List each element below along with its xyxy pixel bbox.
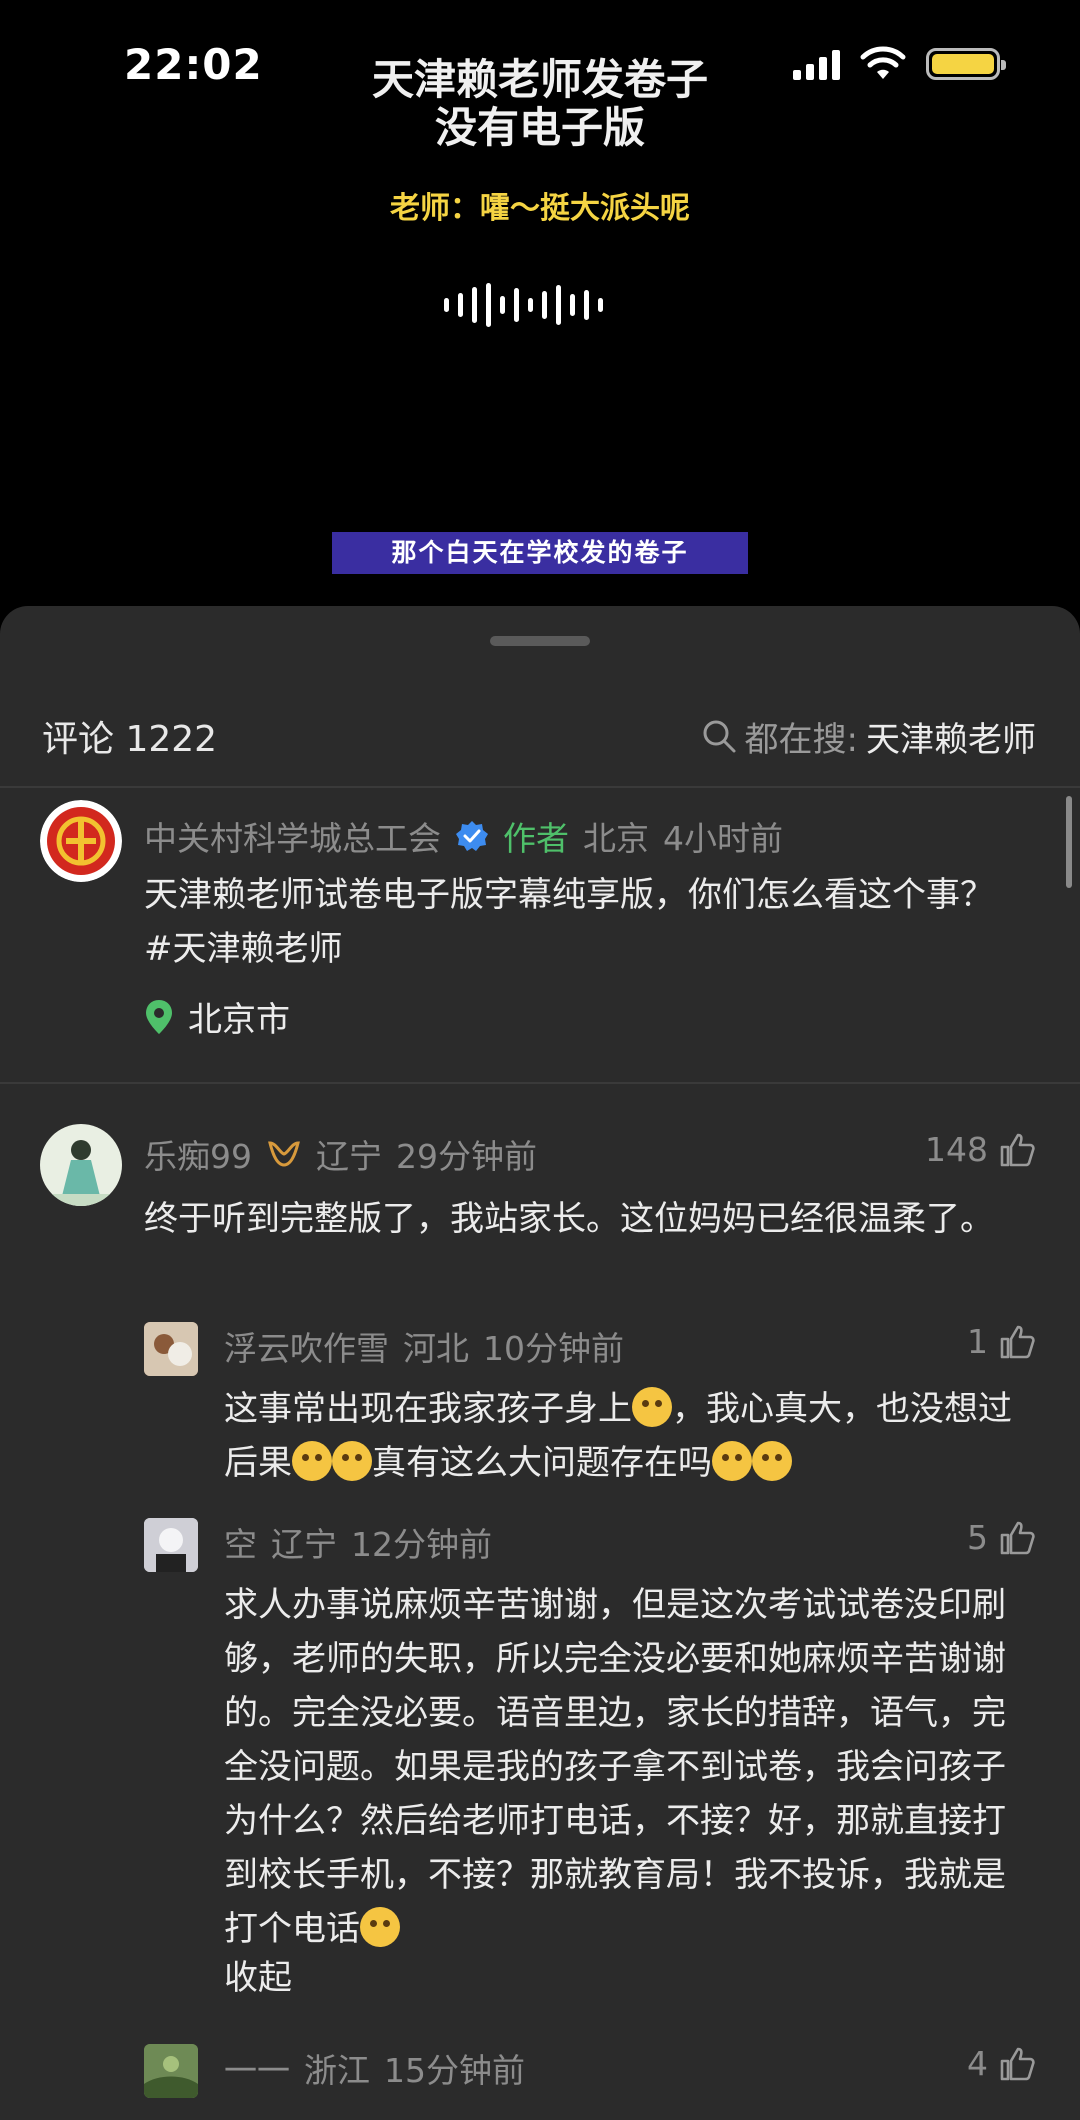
reply-time: 15分钟前	[384, 2051, 525, 2090]
comment-time: 4小时前	[663, 819, 783, 858]
thumbs-up-icon	[1000, 2047, 1035, 2080]
sheet-drag-handle[interactable]	[490, 636, 590, 646]
reply-time: 10分钟前	[483, 1329, 624, 1368]
reply-meta: 浮云吹作雪 河北 10分钟前	[224, 1322, 624, 1370]
astonished-emoji-icon	[712, 1441, 752, 1481]
video-player[interactable]: 22:02 天津赖老师发卷子 没有电子版 老师：嚯～挺大派头呢 那个白天在学校发…	[0, 0, 1080, 610]
thumbs-up-icon	[1000, 1521, 1035, 1554]
reply-text: 求人办事说麻烦辛苦谢谢，但是这次考试试卷没印刷够，老师的失职，所以完全没必要和她…	[224, 1578, 1034, 1956]
location-tag-text: 北京市	[188, 1000, 290, 1040]
reply-meta: 空 辽宁 12分钟前	[224, 1518, 492, 1566]
video-title: 天津赖老师发卷子 没有电子版	[0, 56, 1080, 152]
divider	[0, 1082, 1080, 1084]
avatar[interactable]	[40, 800, 122, 882]
avatar[interactable]	[144, 1518, 198, 1572]
reply-author-name[interactable]: 空	[224, 1518, 257, 1566]
like-count: 148	[925, 1130, 988, 1169]
comment-text: 天津赖老师试卷电子版字幕纯享版，你们怎么看这个事？ #天津赖老师	[144, 875, 994, 969]
like-count: 5	[967, 1518, 988, 1557]
thumbs-up-icon	[1000, 1133, 1035, 1166]
comment-count: 评论 1222	[42, 719, 218, 760]
comment-author-name[interactable]: 乐痴99	[144, 1130, 252, 1178]
verified-badge-icon	[456, 821, 488, 851]
avatar-photo-icon	[144, 2044, 198, 2098]
video-title-line1: 天津赖老师发卷子	[371, 55, 708, 104]
comment-location: 辽宁	[316, 1137, 382, 1176]
reply-location: 浙江	[304, 2051, 370, 2090]
reply-author-name[interactable]: 浮云吹作雪	[224, 1322, 389, 1370]
avatar[interactable]	[40, 1124, 122, 1206]
video-subtitle: 那个白天在学校发的卷子	[332, 532, 748, 574]
astonished-emoji-icon	[752, 1441, 792, 1481]
video-title-line2: 没有电子版	[434, 103, 645, 152]
comment-meta: 乐痴99 辽宁 29分钟前	[144, 1130, 537, 1178]
search-icon	[703, 720, 736, 753]
divider	[0, 786, 1080, 788]
comments-sheet: 评论 1222 都在搜: 天津赖老师 中关村科学城总工会 作者 北京 4小时前 …	[0, 606, 1080, 2120]
like-count: 4	[967, 2044, 988, 2083]
crying-laughing-emoji-icon	[632, 1387, 672, 1427]
comment-text: 终于听到完整版了，我站家长。这位妈妈已经很温柔了。	[144, 1199, 994, 1239]
scrollbar[interactable]	[1066, 796, 1072, 888]
comment-time: 29分钟前	[396, 1137, 537, 1176]
like-button[interactable]: 5	[967, 1518, 1036, 1557]
comments-header: 评论 1222 都在搜: 天津赖老师	[42, 706, 1036, 766]
dizzy-face-emoji-icon	[332, 1441, 372, 1481]
comment-meta: 中关村科学城总工会 作者 北京 4小时前	[144, 812, 783, 860]
location-tag[interactable]: 北京市	[144, 992, 290, 1041]
location-pin-icon	[146, 999, 172, 1034]
comment-author-name[interactable]: 中关村科学城总工会	[144, 812, 441, 860]
grinning-emoji-icon	[360, 1907, 400, 1947]
like-button[interactable]: 1	[967, 1322, 1036, 1361]
avatar-illustration-icon	[40, 1140, 122, 1206]
video-quote: 老师：嚯～挺大派头呢	[390, 191, 690, 226]
avatar-photo-icon	[144, 1518, 198, 1572]
union-logo-icon	[40, 800, 122, 882]
reply-location: 河北	[403, 1329, 469, 1368]
reply-text-part: 真有这么大问题存在吗	[372, 1443, 712, 1483]
reply-time: 12分钟前	[351, 1525, 492, 1564]
reply-author-name[interactable]: 一一	[224, 2044, 290, 2092]
trending-search[interactable]: 都在搜: 天津赖老师	[701, 712, 1036, 761]
reply-text-part: 求人办事说麻烦辛苦谢谢，但是这次考试试卷没印刷够，老师的失职，所以完全没必要和她…	[224, 1585, 1006, 1949]
like-button[interactable]: 4	[967, 2044, 1036, 2083]
like-button[interactable]: 148	[925, 1130, 1036, 1169]
fan-badge-icon	[268, 1141, 300, 1167]
reply-text: 这事常出现在我家孩子身上 ，我心真大，也没想过后果 真有这么大问题存在吗	[224, 1382, 1034, 1490]
avatar[interactable]	[144, 2044, 198, 2098]
thumbs-up-icon	[1000, 1325, 1035, 1358]
avatar-photo-icon	[144, 1322, 198, 1376]
search-label: 都在搜:	[744, 719, 858, 760]
collapse-button[interactable]: 收起	[224, 1950, 292, 1999]
dizzy-face-emoji-icon	[292, 1441, 332, 1481]
avatar[interactable]	[144, 1322, 198, 1376]
reply-meta: 一一 浙江 15分钟前	[224, 2044, 525, 2092]
audio-waveform-icon	[444, 282, 603, 328]
comment-location: 北京	[583, 819, 649, 858]
like-count: 1	[967, 1322, 988, 1361]
reply-location: 辽宁	[271, 1525, 337, 1564]
reply-text-part: 这事常出现在我家孩子身上	[224, 1389, 632, 1429]
author-badge: 作者	[503, 819, 569, 858]
search-term[interactable]: 天津赖老师	[866, 712, 1036, 761]
